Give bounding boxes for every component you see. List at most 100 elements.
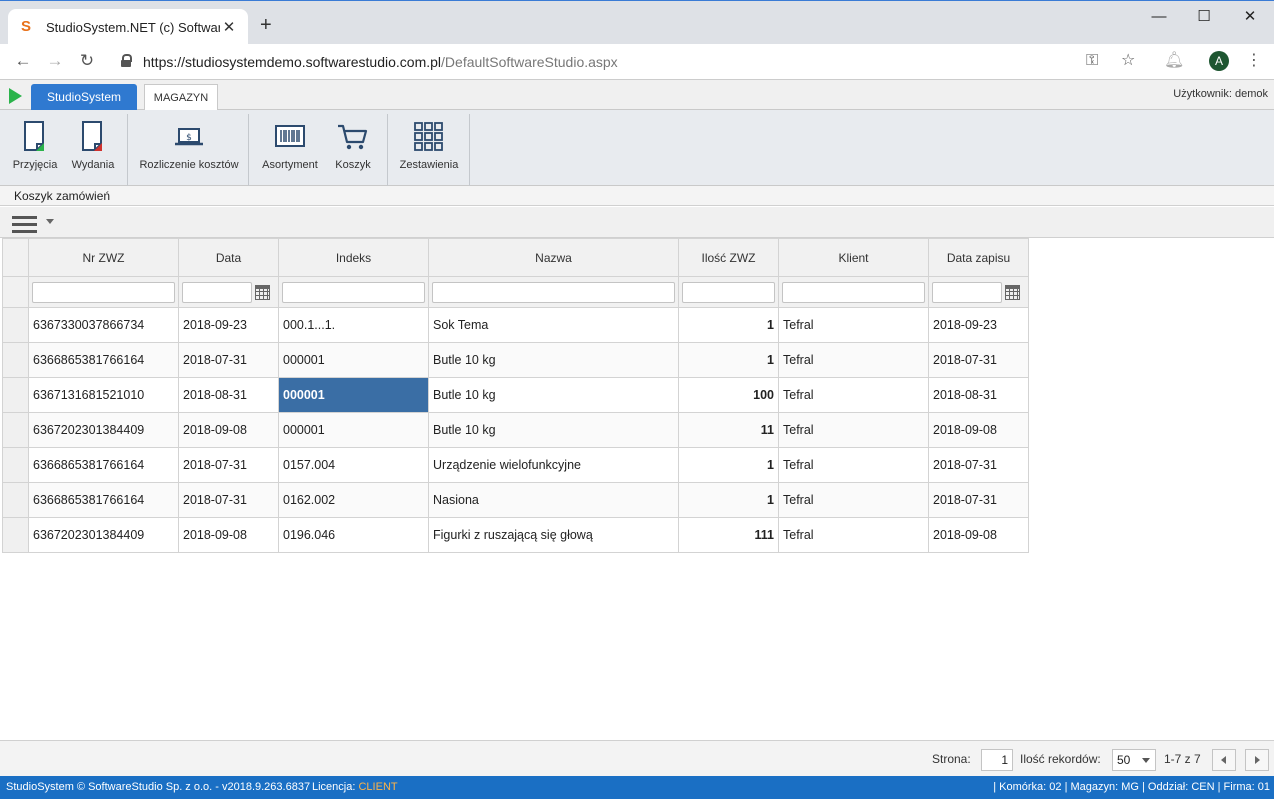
cell-data-zapisu[interactable]: 2018-07-31 xyxy=(928,342,1029,378)
header-klient[interactable]: Klient xyxy=(778,238,929,277)
prev-page-button[interactable] xyxy=(1212,749,1236,771)
cell-data[interactable]: 2018-08-31 xyxy=(178,377,279,413)
hamburger-menu-icon[interactable] xyxy=(12,216,37,234)
cell-data-zapisu[interactable]: 2018-07-31 xyxy=(928,482,1029,518)
koszyk-button[interactable]: Koszyk xyxy=(328,110,378,186)
tab-magazyn[interactable]: MAGAZYN xyxy=(144,84,218,111)
cell-ilosc-zwz[interactable]: 111 xyxy=(678,517,779,553)
reload-icon[interactable]: ↻ xyxy=(77,52,97,70)
cell-nr-zwz[interactable]: 6367131681521010 xyxy=(28,377,179,413)
filter-indeks[interactable] xyxy=(282,281,425,303)
header-ilosc-zwz[interactable]: Ilość ZWZ xyxy=(678,238,779,277)
cell-indeks[interactable]: 000001 xyxy=(278,342,429,378)
table-row[interactable]: 6366865381766164 2018-07-31 0162.002 Nas… xyxy=(2,482,1029,518)
cell-nazwa[interactable]: Sok Tema xyxy=(428,307,679,343)
browser-tab[interactable]: S StudioSystem.NET (c) SoftwareStudio ✕ xyxy=(8,9,248,45)
cell-data-zapisu[interactable]: 2018-08-31 xyxy=(928,377,1029,413)
cell-klient[interactable]: Tefral xyxy=(778,377,929,413)
cell-ilosc-zwz[interactable]: 1 xyxy=(678,482,779,518)
header-nr-zwz[interactable]: Nr ZWZ xyxy=(28,238,179,277)
cell-indeks[interactable]: 000001 xyxy=(278,412,429,448)
filter-klient[interactable] xyxy=(782,281,925,303)
star-icon[interactable]: ☆ xyxy=(1121,52,1135,70)
cell-nazwa[interactable]: Nasiona xyxy=(428,482,679,518)
calendar-icon[interactable] xyxy=(255,284,270,300)
filter-nazwa[interactable] xyxy=(432,281,675,303)
cell-nr-zwz[interactable]: 6366865381766164 xyxy=(28,342,179,378)
back-icon[interactable]: ← xyxy=(13,52,33,70)
cell-indeks[interactable]: 000.1...1. xyxy=(278,307,429,343)
row-selector[interactable] xyxy=(2,342,29,378)
filter-nr-zwz[interactable] xyxy=(32,281,175,303)
close-window-icon[interactable]: ✕ xyxy=(1227,7,1273,27)
new-tab-icon[interactable]: + xyxy=(260,15,272,35)
cell-data[interactable]: 2018-09-08 xyxy=(178,412,279,448)
cell-indeks[interactable]: 0157.004 xyxy=(278,447,429,483)
cell-nazwa[interactable]: Butle 10 kg xyxy=(428,377,679,413)
cell-klient[interactable]: Tefral xyxy=(778,517,929,553)
cell-nr-zwz[interactable]: 6366865381766164 xyxy=(28,447,179,483)
cell-klient[interactable]: Tefral xyxy=(778,412,929,448)
cell-nazwa[interactable]: Butle 10 kg xyxy=(428,342,679,378)
cell-nr-zwz[interactable]: 6367330037866734 xyxy=(28,307,179,343)
page-number-input[interactable]: 1 xyxy=(981,749,1013,771)
profile-avatar[interactable]: A xyxy=(1209,51,1229,71)
cell-ilosc-zwz[interactable]: 1 xyxy=(678,447,779,483)
cell-data[interactable]: 2018-07-31 xyxy=(178,342,279,378)
forward-icon[interactable]: → xyxy=(45,52,65,70)
bell-icon[interactable]: 🔔︎ xyxy=(1164,52,1184,70)
cell-data[interactable]: 2018-07-31 xyxy=(178,482,279,518)
cell-nr-zwz[interactable]: 6366865381766164 xyxy=(28,482,179,518)
cell-data[interactable]: 2018-07-31 xyxy=(178,447,279,483)
page-size-select[interactable]: 50 xyxy=(1112,749,1156,771)
wydania-button[interactable]: Wydania xyxy=(68,110,118,186)
menu-kebab-icon[interactable]: ⋮ xyxy=(1246,52,1262,70)
cell-data-zapisu[interactable]: 2018-07-31 xyxy=(928,447,1029,483)
table-row[interactable]: 6367202301384409 2018-09-08 000001 Butle… xyxy=(2,412,1029,448)
filter-data[interactable] xyxy=(182,281,252,303)
tab-studiosystem[interactable]: StudioSystem xyxy=(31,84,137,110)
url-field[interactable]: https://studiosystemdemo.softwarestudio.… xyxy=(143,54,618,70)
cell-indeks-selected[interactable]: 000001 xyxy=(278,377,429,413)
cell-nr-zwz[interactable]: 6367202301384409 xyxy=(28,412,179,448)
row-selector[interactable] xyxy=(2,307,29,343)
row-selector[interactable] xyxy=(2,447,29,483)
cell-ilosc-zwz[interactable]: 1 xyxy=(678,307,779,343)
key-icon[interactable]: ⚿ xyxy=(1086,52,1098,70)
header-data-zapisu[interactable]: Data zapisu xyxy=(928,238,1029,277)
chevron-down-icon[interactable] xyxy=(46,219,54,224)
table-row[interactable]: 6366865381766164 2018-07-31 000001 Butle… xyxy=(2,342,1029,378)
rozliczenie-kosztow-button[interactable]: $ Rozliczenie kosztów xyxy=(138,110,240,186)
cell-indeks[interactable]: 0162.002 xyxy=(278,482,429,518)
cell-data-zapisu[interactable]: 2018-09-08 xyxy=(928,517,1029,553)
cell-klient[interactable]: Tefral xyxy=(778,307,929,343)
cell-ilosc-zwz[interactable]: 100 xyxy=(678,377,779,413)
zestawienia-button[interactable]: Zestawienia xyxy=(398,110,460,186)
cell-ilosc-zwz[interactable]: 11 xyxy=(678,412,779,448)
play-icon[interactable] xyxy=(9,88,22,104)
cell-nazwa[interactable]: Butle 10 kg xyxy=(428,412,679,448)
row-selector[interactable] xyxy=(2,412,29,448)
cell-ilosc-zwz[interactable]: 1 xyxy=(678,342,779,378)
row-selector[interactable] xyxy=(2,377,29,413)
header-data[interactable]: Data xyxy=(178,238,279,277)
maximize-icon[interactable]: ☐ xyxy=(1181,7,1227,27)
header-indeks[interactable]: Indeks xyxy=(278,238,429,277)
cell-data-zapisu[interactable]: 2018-09-23 xyxy=(928,307,1029,343)
filter-ilosc-zwz[interactable] xyxy=(682,281,775,303)
minimize-icon[interactable]: — xyxy=(1136,7,1182,27)
next-page-button[interactable] xyxy=(1245,749,1269,771)
filter-data-zapisu[interactable] xyxy=(932,281,1002,303)
przyjecia-button[interactable]: Przyjęcia xyxy=(10,110,60,186)
calendar-icon[interactable] xyxy=(1005,284,1020,300)
cell-nazwa[interactable]: Figurki z ruszającą się głową xyxy=(428,517,679,553)
cell-klient[interactable]: Tefral xyxy=(778,482,929,518)
close-tab-icon[interactable]: ✕ xyxy=(220,18,238,36)
cell-data[interactable]: 2018-09-08 xyxy=(178,517,279,553)
cell-klient[interactable]: Tefral xyxy=(778,342,929,378)
cell-data-zapisu[interactable]: 2018-09-08 xyxy=(928,412,1029,448)
table-row[interactable]: 6367131681521010 2018-08-31 000001 Butle… xyxy=(2,377,1029,413)
table-row[interactable]: 6366865381766164 2018-07-31 0157.004 Urz… xyxy=(2,447,1029,483)
cell-klient[interactable]: Tefral xyxy=(778,447,929,483)
header-nazwa[interactable]: Nazwa xyxy=(428,238,679,277)
